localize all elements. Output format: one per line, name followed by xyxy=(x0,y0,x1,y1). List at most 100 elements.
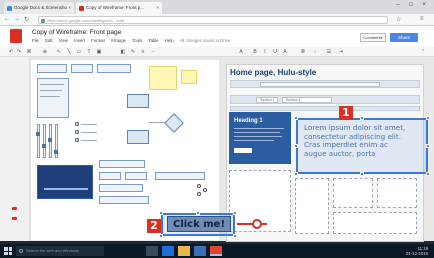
star-icon[interactable]: ☆ xyxy=(396,16,401,23)
radio-icon[interactable] xyxy=(75,122,79,126)
slider-handle[interactable] xyxy=(48,138,52,142)
resize-handle[interactable] xyxy=(196,211,200,215)
tab-google-docs[interactable]: Google Docs & Screensho × xyxy=(4,2,74,14)
undo-icon[interactable]: ↶ xyxy=(8,49,14,55)
stencil-vslider[interactable] xyxy=(37,124,40,158)
menu-help[interactable]: Help xyxy=(165,38,174,43)
menu-view[interactable]: View xyxy=(59,38,68,43)
menu-table[interactable]: Table xyxy=(148,38,158,43)
zoom-out-icon[interactable] xyxy=(197,192,201,196)
stencil-sticky-note[interactable] xyxy=(181,70,197,84)
tab-wireframe[interactable]: Copy of Wireframe: Front p... × xyxy=(76,2,162,14)
resize-handle[interactable] xyxy=(426,144,430,148)
underline-icon[interactable]: U xyxy=(272,49,278,55)
align-icon[interactable]: ≣ xyxy=(300,49,306,55)
slider-handle[interactable] xyxy=(42,144,46,148)
stencil-pagination[interactable] xyxy=(99,184,143,192)
menu-tools[interactable]: Tools xyxy=(132,38,142,43)
close-icon[interactable]: × xyxy=(156,2,159,14)
stencil-sticky-note[interactable] xyxy=(149,66,177,90)
line-spacing-icon[interactable]: ↕ xyxy=(312,49,318,55)
zoom-icon[interactable]: ⊕ xyxy=(42,49,48,55)
paint-format-icon[interactable]: ⌘ xyxy=(26,49,32,55)
share-button[interactable]: Share xyxy=(390,33,418,42)
lorem-text[interactable]: Lorem ipsum dolor sit amet, consectetur … xyxy=(304,123,422,158)
fill-color-icon[interactable]: ◧ xyxy=(120,49,126,55)
mockup-content-block[interactable] xyxy=(333,212,417,234)
clock[interactable]: 11:19 01-12-2015 xyxy=(406,246,428,256)
back-icon[interactable]: ← xyxy=(4,16,10,22)
pan-icon[interactable] xyxy=(203,188,207,192)
mockup-content-block[interactable] xyxy=(333,178,373,208)
menu-format[interactable]: Format xyxy=(91,38,105,43)
flow-box[interactable] xyxy=(127,130,149,144)
mockup-title[interactable]: Home page, Hulu-style xyxy=(230,68,316,77)
document-title[interactable]: Copy of Wireframe: Front page xyxy=(32,29,121,36)
resize-handle[interactable] xyxy=(159,211,163,215)
resize-handle[interactable] xyxy=(294,116,298,120)
menu-insert[interactable]: Insert xyxy=(74,38,85,43)
resize-handle[interactable] xyxy=(159,234,163,238)
stencil-tabs[interactable] xyxy=(97,64,131,73)
radio-icon[interactable] xyxy=(75,138,79,142)
text-color-icon[interactable]: A xyxy=(282,49,288,55)
task-view-icon[interactable] xyxy=(146,246,158,256)
url-field[interactable]: https://docs.google.com/drawings/d/1.../… xyxy=(38,16,388,24)
chrome-icon[interactable] xyxy=(210,246,222,256)
stencil-vslider[interactable] xyxy=(43,124,46,158)
menu-edit[interactable]: Edit xyxy=(45,38,52,43)
menu-file[interactable]: File xyxy=(32,38,39,43)
stencil-button[interactable] xyxy=(125,172,147,180)
border-weight-icon[interactable]: ≡ xyxy=(140,49,146,55)
textbox-icon[interactable]: T xyxy=(86,49,92,55)
stencil-input[interactable] xyxy=(37,64,67,73)
menu-icon[interactable]: ≡ xyxy=(420,16,424,22)
video-player-stencil[interactable] xyxy=(37,165,93,199)
mockup-section-tab[interactable]: Section 1 xyxy=(256,96,278,103)
hero-button[interactable] xyxy=(234,148,252,153)
border-dash-icon[interactable]: ┄ xyxy=(150,49,156,55)
collapse-icon[interactable]: ⌃ xyxy=(420,49,426,55)
mockup-hero[interactable]: Heading 1 xyxy=(229,112,291,164)
font-size-icon[interactable]: A xyxy=(238,49,244,55)
comments-button[interactable]: Comments xyxy=(360,33,386,42)
flow-decision[interactable] xyxy=(164,113,184,133)
zoom-in-icon[interactable] xyxy=(197,184,201,188)
mockup-content-block[interactable] xyxy=(295,178,329,234)
window-controls[interactable]: – □ × xyxy=(396,2,430,8)
stencil-progress[interactable] xyxy=(99,160,145,168)
image-icon[interactable]: ▣ xyxy=(96,49,102,55)
file-explorer-icon[interactable] xyxy=(178,246,190,256)
line-icon[interactable]: ╲ xyxy=(66,49,72,55)
edge-icon[interactable] xyxy=(162,246,174,256)
flow-box[interactable] xyxy=(127,94,149,108)
mockup-subnav[interactable] xyxy=(230,106,420,111)
stencil-slider[interactable] xyxy=(99,196,149,204)
shape-icon[interactable]: ▭ xyxy=(76,49,82,55)
indent-icon[interactable]: ⇥ xyxy=(338,49,344,55)
resize-handle[interactable] xyxy=(233,234,237,238)
select-icon[interactable]: ↖ xyxy=(56,49,62,55)
taskbar-search[interactable]: Search the web and Windows xyxy=(16,246,104,256)
redo-icon[interactable]: ↷ xyxy=(16,49,22,55)
store-icon[interactable] xyxy=(194,246,206,256)
stencil-dropdown[interactable] xyxy=(71,64,93,73)
resize-handle[interactable] xyxy=(360,172,364,176)
drawings-logo-icon[interactable] xyxy=(10,29,22,43)
forward-icon[interactable]: → xyxy=(14,16,20,22)
reload-icon[interactable]: ↻ xyxy=(24,16,29,23)
close-icon[interactable]: × xyxy=(68,2,71,14)
radio-icon[interactable] xyxy=(75,130,79,134)
video-progress-bar[interactable] xyxy=(44,188,88,190)
stencil-search[interactable] xyxy=(155,172,205,180)
resize-handle[interactable] xyxy=(294,172,298,176)
resize-handle[interactable] xyxy=(233,211,237,215)
slider-handle[interactable] xyxy=(36,132,40,136)
resize-handle[interactable] xyxy=(426,172,430,176)
mockup-section-select[interactable]: Section 1 xyxy=(282,96,332,103)
slider-handle[interactable] xyxy=(54,150,58,154)
windows-start-icon[interactable] xyxy=(4,247,12,255)
list-icon[interactable]: ☰ xyxy=(326,49,332,55)
italic-icon[interactable]: I xyxy=(262,49,268,55)
stencil-button[interactable] xyxy=(99,172,121,180)
